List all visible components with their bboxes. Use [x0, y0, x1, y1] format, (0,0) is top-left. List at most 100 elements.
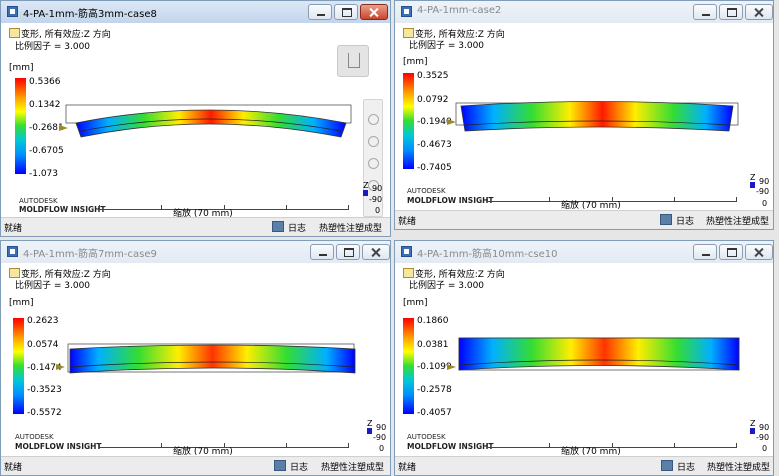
maximize-icon [337, 245, 359, 259]
status-log[interactable]: 日志 [290, 460, 308, 473]
result-canvas[interactable]: 变形, 所有效应:Z 方向 比例因子 = 3.000 [mm] 0.3525 0… [395, 23, 773, 211]
autodesk-logo: AUTODESK [15, 433, 54, 441]
deformed-part [455, 101, 739, 132]
status-log[interactable]: 日志 [676, 214, 694, 227]
result-icon [9, 28, 20, 38]
maximize-button[interactable] [719, 244, 743, 260]
window-icon [401, 246, 412, 257]
unit-label: [mm] [9, 63, 34, 73]
close-button[interactable] [360, 4, 388, 20]
moldflow-logo: MOLDFLOW INSIGHT [19, 205, 106, 214]
status-ready: 就绪 [398, 217, 417, 227]
minimize-button[interactable] [693, 244, 717, 260]
pointer-icon[interactable] [368, 136, 379, 147]
window-case9[interactable]: 4-PA-1mm-筋高7mm-case9 变形, 所有效应:Z 方向 比例因子 … [0, 240, 391, 476]
close-button[interactable] [362, 244, 390, 260]
autodesk-logo: AUTODESK [407, 187, 446, 195]
moldflow-logo: MOLDFLOW INSIGHT [407, 196, 494, 205]
deformed-part [65, 104, 352, 138]
legend-value-max: 0.5366 [29, 77, 61, 87]
view-tool-icon [348, 53, 360, 68]
axis-triad-icon [367, 428, 372, 434]
window-icon [401, 6, 412, 17]
status-mode: 热塑性注塑成型 [707, 463, 771, 473]
log-icon[interactable] [660, 214, 672, 225]
axis-value-1: 90 [372, 184, 383, 193]
minimize-button[interactable] [693, 4, 717, 20]
window-case2[interactable]: 4-PA-1mm-case2 变形, 所有效应:Z 方向 比例因子 = 3.00… [394, 0, 774, 230]
window-cse10[interactable]: 4-PA-1mm-筋高10mm-cse10 变形, 所有效应:Z 方向 比例因子… [394, 240, 774, 476]
close-icon [746, 245, 772, 259]
color-legend [13, 318, 24, 414]
minimize-button[interactable] [310, 244, 334, 260]
title-bar[interactable]: 4-PA-1mm-筋高10mm-cse10 [395, 241, 773, 263]
result-canvas[interactable]: 变形, 所有效应:Z 方向 比例因子 = 3.000 [mm] 0.2623 0… [1, 263, 390, 457]
maximize-button[interactable] [336, 244, 360, 260]
scale-factor: 比例因子 = 3.000 [409, 41, 485, 51]
pan-icon[interactable] [368, 158, 379, 169]
unit-label: [mm] [403, 298, 428, 308]
close-button[interactable] [745, 4, 773, 20]
result-canvas[interactable]: 变形, 所有效应:Z 方向 比例因子 = 3.000 [mm] 0.5366 0… [1, 23, 390, 219]
moldflow-logo: MOLDFLOW INSIGHT [15, 442, 102, 451]
axis-value-3: 0 [762, 444, 768, 453]
maximize-icon [720, 245, 742, 259]
close-icon [361, 5, 387, 19]
scale-factor: 比例因子 = 3.000 [15, 281, 91, 291]
status-bar: 就绪 日志 热塑性注塑成型 [1, 456, 390, 475]
window-icon [7, 6, 18, 17]
log-icon[interactable] [274, 460, 286, 471]
close-button[interactable] [745, 244, 773, 260]
title-bar[interactable]: 4-PA-1mm-筋高3mm-case8 [1, 1, 390, 23]
minimize-icon [309, 5, 331, 19]
axis-value-1: 90 [759, 423, 770, 432]
axis-value-2: -90 [373, 433, 387, 442]
axis-value-3: 0 [379, 444, 385, 453]
color-legend [15, 78, 26, 174]
title-bar[interactable]: 4-PA-1mm-筋高7mm-case9 [1, 241, 390, 263]
status-mode: 热塑性注塑成型 [319, 224, 383, 234]
log-icon[interactable] [272, 221, 284, 232]
status-bar: 就绪 日志 热塑性注塑成型 [1, 217, 390, 236]
scale-factor: 比例因子 = 3.000 [15, 42, 91, 52]
maximize-button[interactable] [334, 4, 358, 20]
axis-z-label: Z [367, 419, 373, 428]
axis-value-1: 90 [376, 423, 387, 432]
status-log[interactable]: 日志 [288, 221, 306, 234]
status-mode: 热塑性注塑成型 [706, 217, 770, 227]
orbit-icon[interactable] [368, 114, 379, 125]
axis-z-label: Z [750, 419, 756, 428]
legend-value-min: -1.073 [29, 169, 59, 179]
view-cube-button[interactable] [337, 45, 369, 77]
window-icon [7, 246, 18, 257]
result-icon [403, 268, 414, 278]
status-log[interactable]: 日志 [677, 460, 695, 473]
legend-value-max: 0.1860 [417, 316, 449, 326]
minimize-icon [694, 245, 716, 259]
legend-value-2: 0.0381 [417, 340, 449, 350]
title-bar[interactable]: 4-PA-1mm-case2 [395, 1, 773, 23]
status-bar: 就绪 日志 热塑性注塑成型 [395, 456, 773, 475]
unit-label: [mm] [403, 57, 428, 67]
legend-value-4: -0.4673 [417, 140, 452, 150]
axis-z-label: Z [363, 181, 369, 190]
maximize-icon [720, 5, 742, 19]
deformed-part [67, 343, 356, 374]
maximize-button[interactable] [719, 4, 743, 20]
axis-value-2: -90 [756, 433, 770, 442]
legend-value-4: -0.6705 [29, 146, 64, 156]
legend-value-4: -0.2578 [417, 385, 452, 395]
window-title: 4-PA-1mm-筋高10mm-cse10 [417, 249, 558, 260]
color-legend [403, 318, 414, 414]
window-case8[interactable]: 4-PA-1mm-筋高3mm-case8 变形, 所有效应:Z 方向 比例因子 … [0, 0, 391, 237]
legend-marker [56, 364, 65, 370]
minimize-icon [311, 245, 333, 259]
result-canvas[interactable]: 变形, 所有效应:Z 方向 比例因子 = 3.000 [mm] 0.1860 0… [395, 263, 773, 457]
axis-triad-icon [750, 428, 755, 434]
status-mode: 热塑性注塑成型 [321, 463, 385, 473]
axis-value-3: 0 [375, 206, 381, 215]
minimize-button[interactable] [308, 4, 332, 20]
log-icon[interactable] [661, 460, 673, 471]
axis-triad-icon [750, 182, 755, 188]
axis-triad-icon [363, 190, 368, 196]
